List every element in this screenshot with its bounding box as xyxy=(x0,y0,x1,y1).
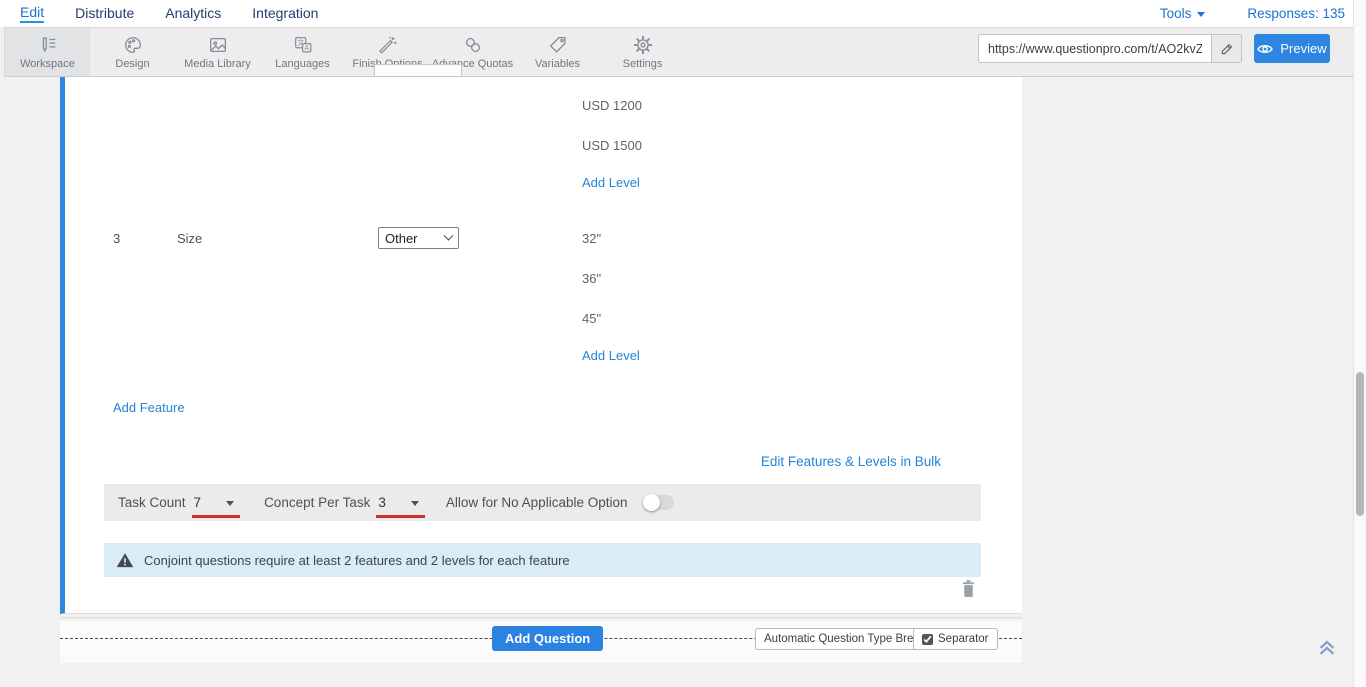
add-level-link[interactable]: Add Level xyxy=(582,175,640,190)
design-icon xyxy=(122,34,144,56)
conjoint-settings-bar: Task Count 7 Concept Per Task 3 Allow fo… xyxy=(104,484,981,521)
tools-menu[interactable]: Tools xyxy=(1160,6,1206,21)
languages-icon: 文 A xyxy=(292,34,314,56)
add-level-link[interactable]: Add Level xyxy=(582,348,640,363)
toolbar-item-settings[interactable]: Settings xyxy=(600,28,685,76)
toolbar-item-design[interactable]: Design xyxy=(90,28,175,76)
toolbar-item-label: Languages xyxy=(275,58,329,70)
separator-checkbox[interactable] xyxy=(922,634,933,645)
feature-index: 3 xyxy=(113,231,120,246)
na-option-label: Allow for No Applicable Option xyxy=(446,495,628,510)
header-right: Tools Responses: 135 xyxy=(1160,0,1345,27)
feature-type-selected: Other xyxy=(385,231,418,246)
nav-tab-integration[interactable]: Integration xyxy=(252,5,318,22)
preview-label: Preview xyxy=(1280,41,1326,56)
auto-question-type-break[interactable]: Automatic Question Type Break xyxy=(755,628,935,650)
toggle-knob xyxy=(643,494,660,511)
level-item[interactable]: 32" xyxy=(582,231,601,246)
survey-url-input[interactable] xyxy=(978,34,1211,63)
toolbar-item-label: Settings xyxy=(623,58,663,70)
task-count-dropdown[interactable]: 7 xyxy=(194,495,235,510)
na-option-toggle[interactable] xyxy=(644,495,674,510)
tools-label: Tools xyxy=(1160,6,1192,21)
nav-tab-edit[interactable]: Edit xyxy=(20,4,44,23)
scroll-to-top-button[interactable] xyxy=(1316,636,1340,660)
preview-button[interactable]: Preview xyxy=(1254,34,1330,63)
finish-options-popover-edge xyxy=(374,64,462,77)
responses-count[interactable]: Responses: 135 xyxy=(1247,6,1345,21)
add-question-bar: Add Question Automatic Question Type Bre… xyxy=(60,617,1022,663)
concept-per-task-value: 3 xyxy=(378,495,386,510)
feature-name[interactable]: Size xyxy=(177,231,202,246)
level-item[interactable]: USD 1500 xyxy=(582,138,642,153)
conjoint-warning-banner: Conjoint questions require at least 2 fe… xyxy=(104,543,981,577)
bulk-edit-link[interactable]: Edit Features & Levels in Bulk xyxy=(761,454,941,469)
nav-tab-distribute[interactable]: Distribute xyxy=(75,5,134,22)
scrollbar-thumb[interactable] xyxy=(1356,372,1364,516)
warning-icon xyxy=(116,552,134,568)
page-scrollbar[interactable] xyxy=(1353,0,1366,687)
toolbar-item-workspace[interactable]: Workspace xyxy=(5,28,90,76)
main-nav: Edit Distribute Analytics Integration xyxy=(20,0,318,27)
toolbar-item-media-library[interactable]: Media Library xyxy=(175,28,260,76)
settings-icon xyxy=(632,34,654,56)
chevron-down-icon xyxy=(1197,12,1205,17)
level-item[interactable]: 45" xyxy=(582,311,601,326)
edit-url-button[interactable] xyxy=(1211,34,1242,63)
separator-label: Separator xyxy=(938,633,989,645)
warning-text: Conjoint questions require at least 2 fe… xyxy=(144,553,570,568)
survey-url-group xyxy=(978,34,1242,63)
chevron-down-icon xyxy=(226,501,234,506)
toolbar-item-label: Design xyxy=(115,58,149,70)
workspace-icon xyxy=(37,34,59,56)
feature-type-select[interactable]: Other xyxy=(378,227,459,249)
toolbar-item-label: Variables xyxy=(535,58,580,70)
pencil-icon xyxy=(1220,42,1234,56)
media-library-icon xyxy=(207,34,229,56)
toolbar-item-variables[interactable]: Variables xyxy=(515,28,600,76)
eye-icon xyxy=(1257,43,1273,55)
advance-quotas-icon xyxy=(462,34,484,56)
double-chevron-up-icon xyxy=(1316,636,1338,658)
toolbar-item-languages[interactable]: 文 A Languages xyxy=(260,28,345,76)
task-count-value: 7 xyxy=(194,495,202,510)
add-feature-link[interactable]: Add Feature xyxy=(113,400,185,415)
top-header: Edit Distribute Analytics Integration To… xyxy=(0,0,1366,27)
add-question-button[interactable]: Add Question xyxy=(492,626,603,651)
concept-per-task-dropdown[interactable]: 3 xyxy=(378,495,419,510)
level-item[interactable]: 36" xyxy=(582,271,601,286)
questionpro-survey-editor: Edit Distribute Analytics Integration To… xyxy=(0,0,1366,687)
nav-tab-analytics[interactable]: Analytics xyxy=(165,5,221,22)
chevron-down-icon xyxy=(444,230,454,240)
toolbar-item-label: Workspace xyxy=(20,58,75,70)
toolbar-item-label: Media Library xyxy=(184,58,251,70)
delete-question-button[interactable] xyxy=(960,579,977,603)
separator-option[interactable]: Separator xyxy=(913,628,998,650)
variables-icon xyxy=(547,34,569,56)
concept-per-task-label: Concept Per Task xyxy=(264,495,370,510)
trash-icon xyxy=(960,579,977,598)
task-count-label: Task Count xyxy=(118,495,186,510)
question-editor-card: USD 1200 USD 1500 Add Level 3 Size Other… xyxy=(60,77,1022,614)
finish-options-icon xyxy=(377,34,399,56)
auto-break-label: Automatic Question Type Break xyxy=(764,633,926,645)
level-item[interactable]: USD 1200 xyxy=(582,98,642,113)
svg-text:A: A xyxy=(304,45,309,52)
chevron-down-icon xyxy=(411,501,419,506)
